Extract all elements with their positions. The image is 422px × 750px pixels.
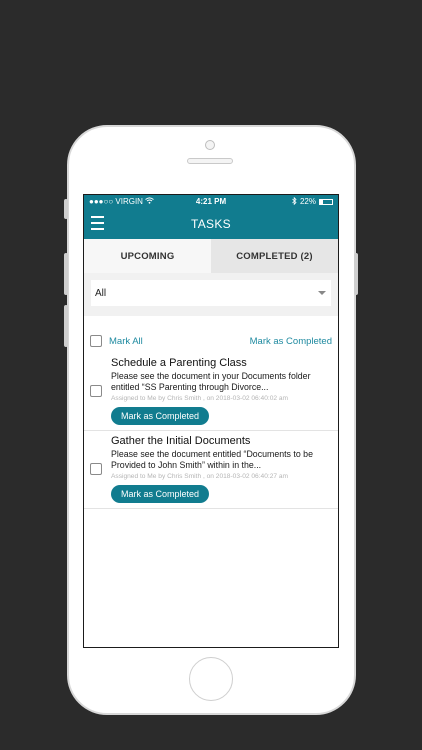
task-description: Please see the document entitled “Docume… <box>111 449 313 470</box>
task-body[interactable]: Gather the Initial Documents Please see … <box>111 435 332 503</box>
earpiece-speaker <box>187 158 233 164</box>
chevron-down-icon <box>318 291 326 295</box>
task-meta: Assigned to Me by Chris Smith , on 2018-… <box>111 395 289 402</box>
status-bar: ●●●○○ VIRGIN 4:21 PM 22% <box>84 195 338 208</box>
tab-upcoming[interactable]: UPCOMING <box>84 239 211 273</box>
page-title: TASKS <box>191 216 231 231</box>
tab-completed[interactable]: COMPLETED (2) <box>211 239 338 273</box>
menu-icon[interactable] <box>91 216 104 230</box>
power-button <box>354 253 358 295</box>
battery-icon <box>319 198 333 205</box>
select-all-checkbox[interactable] <box>90 335 102 347</box>
task-checkbox-cell <box>90 357 111 425</box>
filter-selected-value: All <box>95 287 107 299</box>
task-description: Please see the document in your Document… <box>111 371 311 392</box>
nav-bar: TASKS <box>84 208 338 239</box>
mark-as-completed-button[interactable]: Mark as Completed <box>111 485 210 503</box>
status-time: 4:21 PM <box>195 197 227 206</box>
home-button[interactable] <box>189 657 233 701</box>
filter-section: All <box>84 273 338 316</box>
task-title: Schedule a Parenting Class <box>111 357 247 369</box>
task-meta: Assigned to Me by Chris Smith , on 2018-… <box>111 473 289 480</box>
task-item: Gather the Initial Documents Please see … <box>84 431 338 509</box>
task-checkbox[interactable] <box>90 385 102 397</box>
mark-completed-link[interactable]: Mark as Completed <box>250 336 332 347</box>
task-body[interactable]: Schedule a Parenting Class Please see th… <box>111 357 332 425</box>
mark-all-link[interactable]: Mark All <box>109 336 143 347</box>
task-checkbox-cell <box>90 435 111 503</box>
task-item: Schedule a Parenting Class Please see th… <box>84 353 338 431</box>
mark-as-completed-button[interactable]: Mark as Completed <box>111 407 210 425</box>
mute-switch <box>64 199 68 219</box>
app-screen: ●●●○○ VIRGIN 4:21 PM 22% TASKS UPCOMING … <box>83 194 339 648</box>
front-camera <box>205 140 215 150</box>
volume-down-button <box>64 305 68 347</box>
tab-bar: UPCOMING COMPLETED (2) <box>84 239 338 273</box>
filter-select[interactable]: All <box>91 280 331 306</box>
task-title: Gather the Initial Documents <box>111 435 251 447</box>
list-actions: Mark All Mark as Completed <box>84 329 338 353</box>
volume-up-button <box>64 253 68 295</box>
task-checkbox[interactable] <box>90 463 102 475</box>
